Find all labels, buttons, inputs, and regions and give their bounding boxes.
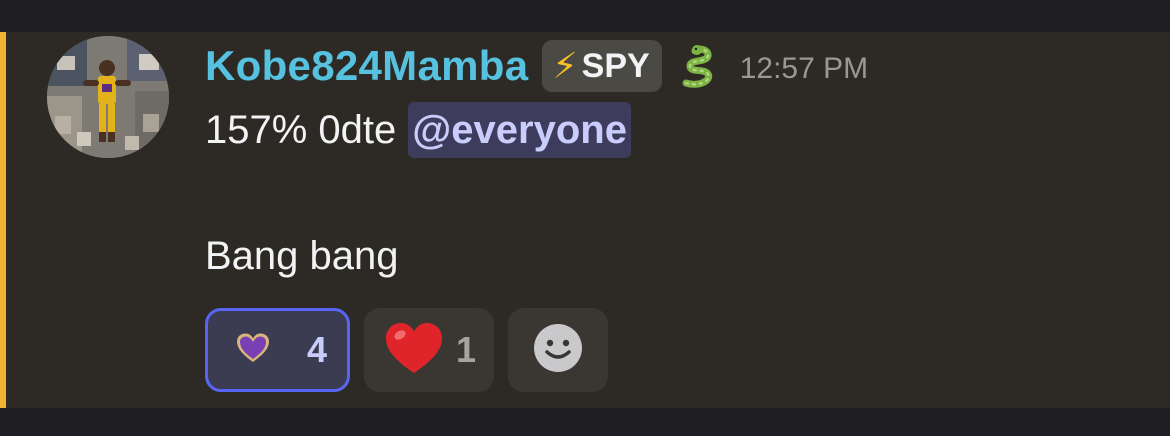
message-line-1: 157% 0dte @everyone: [205, 102, 631, 158]
mention-everyone[interactable]: @everyone: [408, 102, 631, 158]
timestamp: 12:57 PM: [739, 52, 869, 85]
mention-highlight-bar: [0, 32, 6, 408]
chat-message[interactable]: Kobe824Mamba ⚡ SPY 12:57 PM 157% 0dte @e…: [0, 32, 1170, 408]
add-reaction-icon: [532, 322, 584, 379]
purple-heart-icon: [236, 332, 270, 369]
message-line-2: Bang bang: [205, 228, 399, 284]
message-text-2: Bang bang: [205, 233, 399, 278]
lightning-bolt-icon: ⚡: [552, 45, 578, 86]
red-heart-icon: [384, 321, 444, 380]
reactions-bar: 4 1: [205, 308, 608, 392]
message-text: 157% 0dte: [205, 107, 397, 152]
bottom-divider: [0, 408, 1170, 436]
username[interactable]: Kobe824Mamba: [205, 42, 528, 90]
reaction-count: 4: [306, 329, 327, 370]
role-tag[interactable]: ⚡ SPY: [542, 40, 662, 92]
avatar-image: [47, 36, 169, 158]
avatar[interactable]: [47, 36, 169, 158]
top-divider: [0, 0, 1170, 32]
message-header: Kobe824Mamba ⚡ SPY 12:57 PM: [205, 38, 868, 94]
reaction-red-heart[interactable]: 1: [364, 308, 494, 392]
reaction-purple-heart[interactable]: 4: [205, 308, 350, 392]
reaction-count: 1: [455, 329, 476, 370]
snake-icon: [676, 41, 726, 91]
add-reaction-button[interactable]: [508, 308, 608, 392]
role-tag-label: SPY: [581, 46, 650, 85]
